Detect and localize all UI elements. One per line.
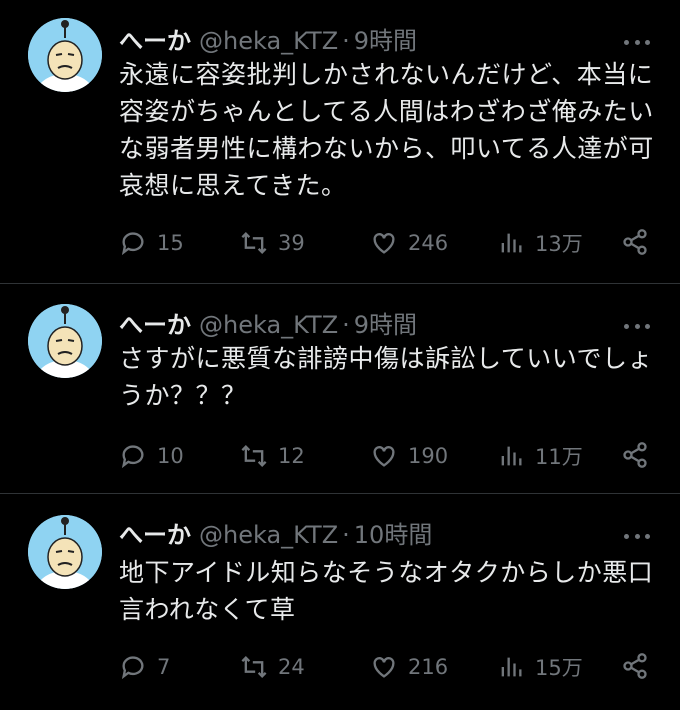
- tweet-header: へーか @heka_KTZ · 10時間: [119, 518, 432, 552]
- share-button[interactable]: [621, 228, 651, 258]
- avatar-image: [28, 18, 102, 92]
- reply-count: 7: [157, 655, 171, 679]
- timestamp[interactable]: 9時間: [354, 27, 417, 55]
- avatar-image: [28, 515, 102, 589]
- views-icon: [501, 657, 522, 677]
- heart-icon: [373, 233, 395, 254]
- display-name[interactable]: へーか: [119, 27, 191, 55]
- share-icon: [623, 229, 647, 255]
- more-icon[interactable]: [624, 316, 650, 336]
- views-button[interactable]: 11万: [497, 441, 583, 471]
- retweet-button[interactable]: 12: [240, 441, 305, 471]
- reply-button[interactable]: 15: [119, 228, 184, 258]
- display-name[interactable]: へーか: [119, 521, 191, 549]
- retweet-count: 12: [278, 444, 305, 468]
- retweet-button[interactable]: 24: [240, 652, 305, 682]
- timestamp[interactable]: 9時間: [354, 311, 417, 339]
- tweet[interactable]: へーか @heka_KTZ · 9時間 さすがに悪質な誹謗中傷は訴訟していいでしょ う…: [0, 284, 680, 494]
- views-icon: [501, 233, 522, 253]
- views-button[interactable]: 15万: [497, 652, 583, 682]
- share-icon: [623, 653, 647, 679]
- tweet-text: 永遠に容姿批判しかされないんだけど、本当に 容姿がちゃんとしてる人間はわざわざ俺…: [119, 60, 654, 200]
- display-name[interactable]: へーか: [119, 311, 191, 339]
- like-button[interactable]: 216: [370, 652, 448, 682]
- retweet-button[interactable]: 39: [240, 228, 305, 258]
- action-bar: 10 12 190 11万: [119, 441, 659, 471]
- action-bar: 7 24 216 15万: [119, 652, 659, 682]
- share-button[interactable]: [621, 441, 651, 471]
- views-button[interactable]: 13万: [497, 228, 583, 258]
- retweet-icon: [241, 445, 267, 467]
- like-count: 246: [408, 231, 449, 255]
- like-count: 190: [408, 444, 449, 468]
- separator-dot: ·: [342, 521, 350, 549]
- reply-icon: [121, 232, 144, 256]
- more-icon[interactable]: [624, 526, 650, 546]
- share-icon: [623, 442, 647, 468]
- reply-count: 10: [157, 444, 184, 468]
- avatar[interactable]: [28, 515, 102, 589]
- timestamp[interactable]: 10時間: [354, 521, 433, 549]
- retweet-icon: [241, 656, 267, 678]
- reply-count: 15: [157, 231, 184, 255]
- tweet-text: さすがに悪質な誹謗中傷は訴訟していいでしょ うか？？？: [119, 344, 654, 410]
- heart-icon: [373, 446, 395, 467]
- tweet-header: へーか @heka_KTZ · 9時間: [119, 24, 417, 58]
- tweet-header: へーか @heka_KTZ · 9時間: [119, 308, 417, 342]
- separator-dot: ·: [342, 311, 350, 339]
- view-count: 13万: [535, 232, 583, 256]
- retweet-count: 39: [278, 231, 305, 255]
- reply-button[interactable]: 7: [119, 652, 170, 682]
- retweet-count: 24: [278, 655, 305, 679]
- like-button[interactable]: 246: [370, 228, 448, 258]
- view-count: 11万: [535, 445, 583, 469]
- more-icon[interactable]: [624, 32, 650, 52]
- heart-icon: [373, 657, 395, 678]
- retweet-icon: [241, 232, 267, 254]
- views-icon: [501, 446, 522, 466]
- like-button[interactable]: 190: [370, 441, 448, 471]
- reply-icon: [121, 445, 144, 469]
- avatar[interactable]: [28, 18, 102, 92]
- user-handle[interactable]: @heka_KTZ: [199, 27, 338, 55]
- separator-dot: ·: [342, 27, 350, 55]
- tweet[interactable]: へーか @heka_KTZ · 10時間 地下アイドル知らなそうなオタクからしか悪口 …: [0, 494, 680, 710]
- share-button[interactable]: [621, 652, 651, 682]
- user-handle[interactable]: @heka_KTZ: [199, 311, 338, 339]
- user-handle[interactable]: @heka_KTZ: [199, 521, 338, 549]
- avatar[interactable]: [28, 304, 102, 378]
- reply-button[interactable]: 10: [119, 441, 184, 471]
- action-bar: 15 39 246 13万: [119, 228, 659, 258]
- avatar-image: [28, 304, 102, 378]
- tweet[interactable]: へーか @heka_KTZ · 9時間 永遠に容姿批判しかされないんだけど、本当に 容…: [0, 0, 680, 284]
- reply-icon: [121, 656, 144, 680]
- tweet-text: 地下アイドル知らなそうなオタクからしか悪口 言われなくて草: [119, 558, 654, 624]
- like-count: 216: [408, 655, 449, 679]
- view-count: 15万: [535, 656, 583, 680]
